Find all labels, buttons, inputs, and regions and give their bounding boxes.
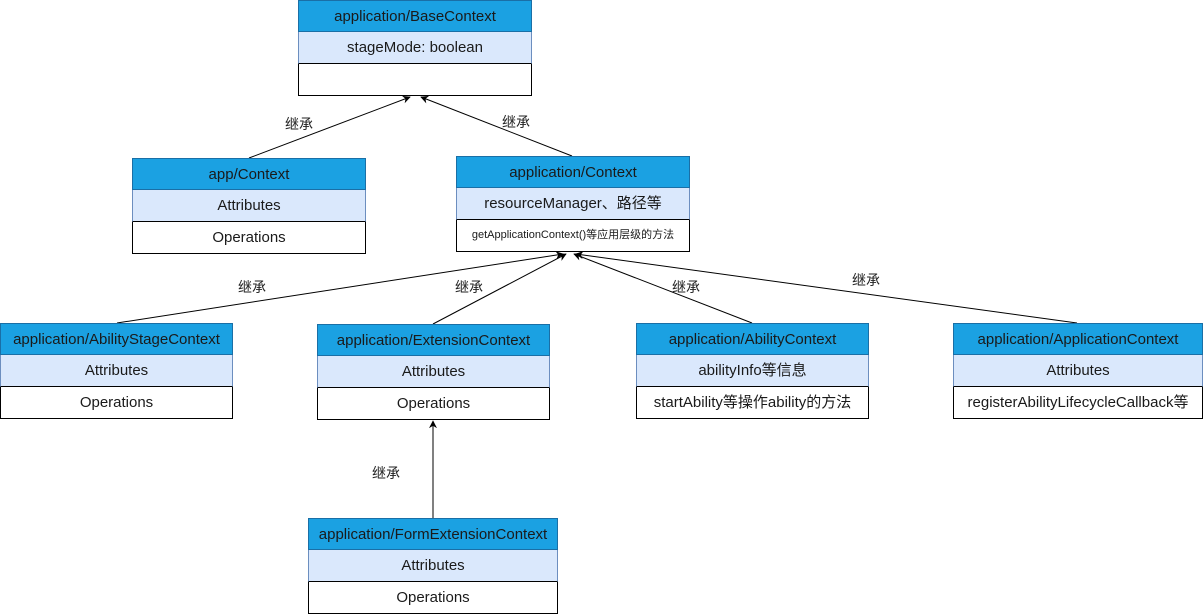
class-extension-context[interactable]: application/ExtensionContext Attributes … [317,324,550,420]
class-app-context[interactable]: app/Context Attributes Operations [132,158,366,254]
edge-label: 继承 [502,115,530,131]
class-name: app/Context [132,158,366,190]
class-ability-context[interactable]: application/AbilityContext abilityInfo等信… [636,323,869,419]
class-name: application/ExtensionContext [317,324,550,356]
class-name: application/BaseContext [298,0,532,32]
edge-ctx-to-base [420,95,573,157]
class-operations: Operations [317,388,550,420]
class-name: application/AbilityStageContext [0,323,233,355]
class-operations [298,64,532,96]
edge-ability-to-ctx [573,252,753,324]
edge-label: 继承 [372,466,400,482]
class-attributes: Attributes [317,356,550,388]
class-operations: Operations [0,387,233,419]
edge-label: 继承 [672,280,700,296]
class-attributes: Attributes [953,355,1203,387]
class-application-context-base[interactable]: application/Context resourceManager、路径等 … [456,156,690,252]
class-name: application/Context [456,156,690,188]
class-operations: Operations [308,582,558,614]
class-operations: Operations [132,222,366,254]
class-operations: getApplicationContext()等应用层级的方法 [456,220,690,252]
class-attributes: Attributes [308,550,558,582]
edge-label: 继承 [238,280,266,296]
edge-app-to-ctx [575,251,1078,324]
class-operations: startAbility等操作ability的方法 [636,387,869,419]
edge-stage-to-ctx [116,251,564,324]
inheritance-edges [116,95,1078,518]
class-name: application/AbilityContext [636,323,869,355]
edge-label: 继承 [852,273,880,289]
class-ability-stage-context[interactable]: application/AbilityStageContext Attribut… [0,323,233,419]
edge-appctx-to-base [248,95,411,159]
class-operations: registerAbilityLifecycleCallback等 [953,387,1203,419]
class-base-context[interactable]: application/BaseContext stageMode: boole… [298,0,532,96]
edge-label: 继承 [285,117,313,133]
class-form-extension-context[interactable]: application/FormExtensionContext Attribu… [308,518,558,614]
edge-label: 继承 [455,280,483,296]
edge-ext-to-ctx [432,253,567,325]
class-name: application/FormExtensionContext [308,518,558,550]
class-attributes: Attributes [132,190,366,222]
class-attributes: abilityInfo等信息 [636,355,869,387]
class-attributes: stageMode: boolean [298,32,532,64]
class-application-context[interactable]: application/ApplicationContext Attribute… [953,323,1203,419]
class-attributes: Attributes [0,355,233,387]
class-attributes: resourceManager、路径等 [456,188,690,220]
class-name: application/ApplicationContext [953,323,1203,355]
